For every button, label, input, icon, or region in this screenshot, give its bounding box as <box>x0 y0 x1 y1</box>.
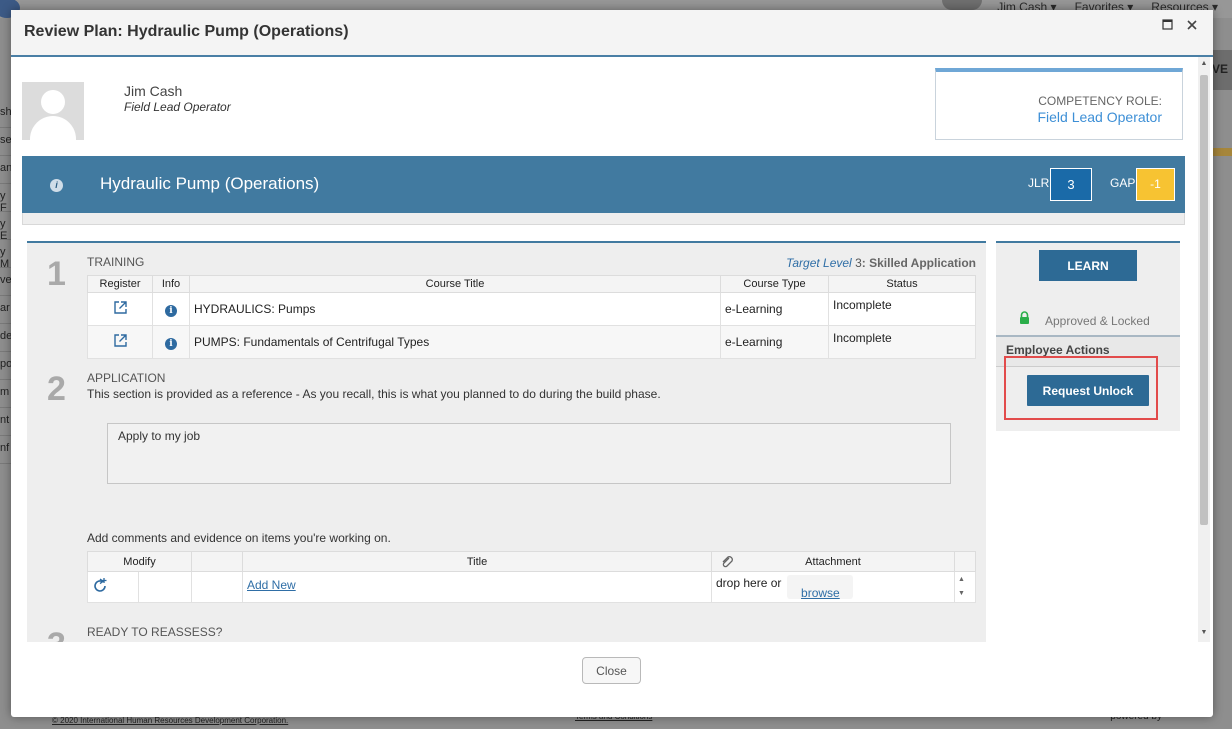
column-header-modify: Modify <box>87 551 192 572</box>
employee-name: Jim Cash <box>124 83 183 99</box>
learn-button[interactable]: LEARN <box>1039 250 1137 281</box>
background-right-block: VE <box>1212 50 1232 90</box>
modify-cell <box>87 571 139 603</box>
target-level-desc: : Skilled Application <box>861 256 976 270</box>
course-title: HYDRAULICS: Pumps <box>189 292 721 326</box>
modal-body: Jim Cash Field Lead Operator COMPETENCY … <box>11 57 1197 642</box>
employee-actions-label: Employee Actions <box>1006 343 1110 357</box>
employee-role: Field Lead Operator <box>124 100 231 114</box>
target-level-label: Target Level <box>786 256 852 270</box>
competency-title: Hydraulic Pump (Operations) <box>100 174 320 193</box>
plan-status-text: Approved & Locked <box>1045 314 1150 328</box>
background-right-text: VE <box>1212 62 1229 76</box>
course-title: PUMPS: Fundamentals of Centrifugal Types <box>189 325 721 359</box>
competency-role-label: COMPETENCY ROLE: <box>1038 94 1162 108</box>
course-status: Incomplete <box>828 325 976 359</box>
target-level-value: 3 <box>855 256 862 270</box>
application-description: This section is provided as a reference … <box>87 387 661 401</box>
attachment-header-label: Attachment <box>805 555 861 568</box>
competency-banner: i Hydraulic Pump (Operations) JLR 3 GAP … <box>22 156 1185 213</box>
competency-role-value[interactable]: Field Lead Operator <box>1037 109 1162 125</box>
step-number-reassess: 3 <box>47 626 66 642</box>
title-cell: Add New <box>242 571 712 603</box>
course-type: e-Learning <box>720 325 829 359</box>
employee-avatar <box>22 82 84 140</box>
external-link-icon[interactable] <box>114 301 127 314</box>
row-scrollbar[interactable]: ▲ ▼ <box>954 571 976 603</box>
avatar-shoulders <box>30 116 76 140</box>
side-panel: LEARN Approved & Locked Employee Actions… <box>996 241 1180 431</box>
column-header-course-type: Course Type <box>720 275 829 293</box>
column-header-course-title: Course Title <box>189 275 721 293</box>
external-link-icon[interactable] <box>114 334 127 347</box>
close-button[interactable]: Close <box>582 657 641 684</box>
review-plan-modal: Review Plan: Hydraulic Pump (Operations)… <box>11 10 1213 717</box>
jlr-value: 3 <box>1050 168 1092 201</box>
scroll-up-icon[interactable]: ▲ <box>958 576 965 583</box>
jlr-label: JLR <box>1028 176 1050 190</box>
avatar-head <box>41 90 65 114</box>
drop-zone-text[interactable]: drop here or <box>716 576 781 590</box>
section-title-training: TRAINING <box>87 255 145 269</box>
column-header-register: Register <box>87 275 153 293</box>
request-unlock-button[interactable]: Request Unlock <box>1027 375 1149 406</box>
comments-table-header: Modify Title Attachment <box>87 551 976 572</box>
maximize-icon[interactable] <box>1162 19 1173 33</box>
register-cell <box>87 292 153 326</box>
close-icon[interactable] <box>1186 18 1198 35</box>
modal-header: Review Plan: Hydraulic Pump (Operations) <box>11 10 1213 57</box>
column-header-scroll <box>954 551 976 572</box>
scroll-down-icon[interactable]: ▼ <box>958 590 965 597</box>
gap-label: GAP <box>1110 176 1136 190</box>
info-icon[interactable]: i <box>50 179 63 192</box>
modal-scrollbar[interactable]: ▲ ▼ <box>1198 57 1210 642</box>
modal-title: Review Plan: Hydraulic Pump (Operations) <box>24 23 349 40</box>
add-new-link[interactable]: Add New <box>247 578 296 592</box>
course-type: e-Learning <box>720 292 829 326</box>
banner-underline <box>22 213 1185 225</box>
plan-content: 1 TRAINING Target Level 3: Skilled Appli… <box>27 241 986 642</box>
lock-icon <box>1019 311 1029 324</box>
column-header-title: Title <box>242 551 712 572</box>
add-refresh-icon[interactable] <box>92 578 108 597</box>
table-row: i PUMPS: Fundamentals of Centrifugal Typ… <box>87 325 976 359</box>
step-number-application: 2 <box>47 370 66 408</box>
step-number-training: 1 <box>47 255 66 293</box>
course-info-icon[interactable]: i <box>165 337 177 350</box>
background-footer-copyright[interactable]: © 2020 International Human Resources Dev… <box>52 716 288 725</box>
scroll-down-icon[interactable]: ▼ <box>1198 629 1210 636</box>
register-cell <box>87 325 153 359</box>
background-avatar <box>942 0 982 10</box>
course-info-icon[interactable]: i <box>165 304 177 317</box>
background-right-stripe <box>1212 148 1232 156</box>
section-title-reassess: READY TO REASSESS? <box>87 625 223 639</box>
competency-role-box: COMPETENCY ROLE: Field Lead Operator <box>935 68 1183 140</box>
target-level: Target Level 3: Skilled Application <box>786 256 976 270</box>
course-status: Incomplete <box>828 292 976 326</box>
scroll-thumb[interactable] <box>1200 75 1208 525</box>
column-header-blank <box>191 551 243 572</box>
info-cell: i <box>152 325 190 359</box>
blank-cell <box>191 571 243 603</box>
comments-table: Modify Title Attachment Add New drop her… <box>87 551 976 603</box>
training-table: Register Info Course Title Course Type S… <box>87 275 976 359</box>
gap-value: -1 <box>1136 168 1175 201</box>
plan-textarea[interactable] <box>107 423 951 484</box>
table-row: i HYDRAULICS: Pumps e-Learning Incomplet… <box>87 292 976 326</box>
training-table-header: Register Info Course Title Course Type S… <box>87 275 976 293</box>
column-header-attachment: Attachment <box>711 551 955 572</box>
column-header-status: Status <box>828 275 976 293</box>
browse-button[interactable]: browse <box>787 575 854 599</box>
column-header-info: Info <box>152 275 190 293</box>
comments-label: Add comments and evidence on items you'r… <box>87 531 391 545</box>
paperclip-icon <box>720 555 734 572</box>
table-row: Add New drop here or browse ▲ ▼ <box>87 571 976 603</box>
section-title-application: APPLICATION <box>87 371 166 385</box>
scroll-up-icon[interactable]: ▲ <box>1198 60 1210 67</box>
attachment-cell: drop here or browse <box>711 571 955 603</box>
info-cell: i <box>152 292 190 326</box>
modify-blank-cell <box>138 571 192 603</box>
